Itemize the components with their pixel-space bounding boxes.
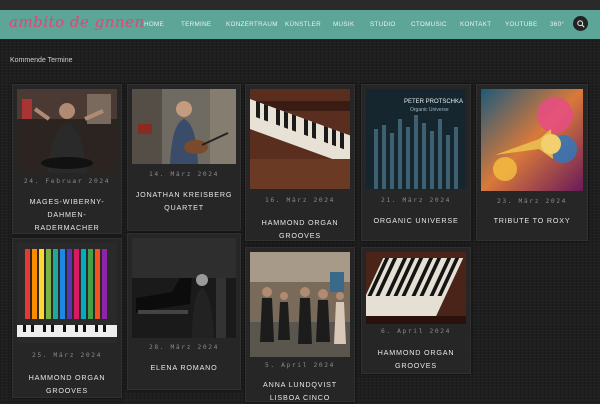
event-image [366, 252, 466, 324]
event-date: 23. März 2024 [496, 198, 568, 205]
event-date: 21. März 2024 [380, 197, 452, 204]
event-card[interactable]: 28. März 2024 ELENA ROMANO [127, 233, 241, 390]
album-title: Organic Universe [410, 107, 449, 113]
nav-item-ctomusic[interactable]: CTOMUSIC [411, 21, 447, 28]
event-title[interactable]: ELENA ROMANO [132, 361, 236, 374]
site-logo[interactable]: ambito de gnnen [9, 13, 145, 31]
event-image [481, 89, 583, 191]
nav-item-home[interactable]: HOME [144, 21, 164, 28]
event-card[interactable]: 6. April 2024 HAMMOND ORGAN GROOVES [361, 247, 471, 374]
event-title[interactable]: HAMMOND ORGAN GROOVES [366, 346, 466, 372]
nav-item-youtube[interactable]: YOUTUBE [505, 21, 538, 28]
event-card[interactable]: 24. Februar 2024 MAGES-WIBERNY-DAHMEN-RA… [12, 84, 122, 234]
event-card[interactable]: 5. April 2024 ANNA LUNDQVIST LISBOA CINC… [245, 247, 355, 402]
nav-item-kontakt[interactable]: KONTAKT [460, 21, 491, 28]
event-image [250, 252, 350, 357]
event-image [17, 243, 117, 343]
event-title[interactable]: TRIBUTE TO ROXY [481, 214, 583, 227]
event-card[interactable]: 14. März 2024 JONATHAN KREISBERG QUARTET [127, 84, 241, 231]
nav-item-360[interactable]: 360° [550, 21, 564, 28]
event-title[interactable]: ORGANIC UNIVERSE [366, 214, 466, 227]
event-card[interactable]: 16. März 2024 HAMMOND ORGAN GROOVES [245, 84, 355, 241]
event-date: 5. April 2024 [264, 362, 336, 369]
event-title[interactable]: HAMMOND ORGAN GROOVES [250, 216, 350, 242]
event-image: PETER PROTSCHKA Organic Universe [366, 89, 466, 189]
event-title[interactable]: JONATHAN KREISBERG QUARTET [132, 188, 236, 214]
event-date: 24. Februar 2024 [23, 178, 111, 185]
event-image [250, 89, 350, 189]
search-icon [576, 19, 585, 28]
nav-item-studio[interactable]: STUDIO [370, 21, 396, 28]
event-image [132, 89, 236, 164]
event-date: 14. März 2024 [148, 171, 220, 178]
top-strip [0, 0, 600, 10]
event-card[interactable]: PETER PROTSCHKA Organic Universe 21. Mär… [361, 84, 471, 241]
main-navbar: ambito de gnnen HOME TERMINE KONZERTRAUM… [0, 10, 600, 39]
event-image [17, 89, 117, 173]
event-date: 28. März 2024 [148, 344, 220, 351]
event-title[interactable]: HAMMOND ORGAN GROOVES [17, 371, 117, 397]
nav-item-konzertraum[interactable]: KONZERTRAUM [226, 21, 278, 28]
album-artist: PETER PROTSCHKA [404, 99, 463, 105]
event-date: 6. April 2024 [380, 328, 452, 335]
event-card[interactable]: 23. März 2024 TRIBUTE TO ROXY [476, 84, 588, 241]
nav-item-termine[interactable]: TERMINE [181, 21, 211, 28]
nav-item-kuenstler[interactable]: KÜNSTLER [285, 21, 321, 28]
event-card[interactable]: 25. März 2024 HAMMOND ORGAN GROOVES [12, 238, 122, 398]
event-title[interactable]: ANNA LUNDQVIST LISBOA CINCO [250, 378, 350, 404]
event-date: 16. März 2024 [264, 197, 336, 204]
event-title[interactable]: MAGES-WIBERNY-DAHMEN-RADERMACHER [17, 195, 117, 234]
event-date: 25. März 2024 [31, 352, 103, 359]
event-image [132, 238, 236, 338]
search-button[interactable] [573, 16, 588, 31]
section-title: Kommende Termine [10, 57, 73, 64]
nav-item-musik[interactable]: MUSIK [333, 21, 354, 28]
